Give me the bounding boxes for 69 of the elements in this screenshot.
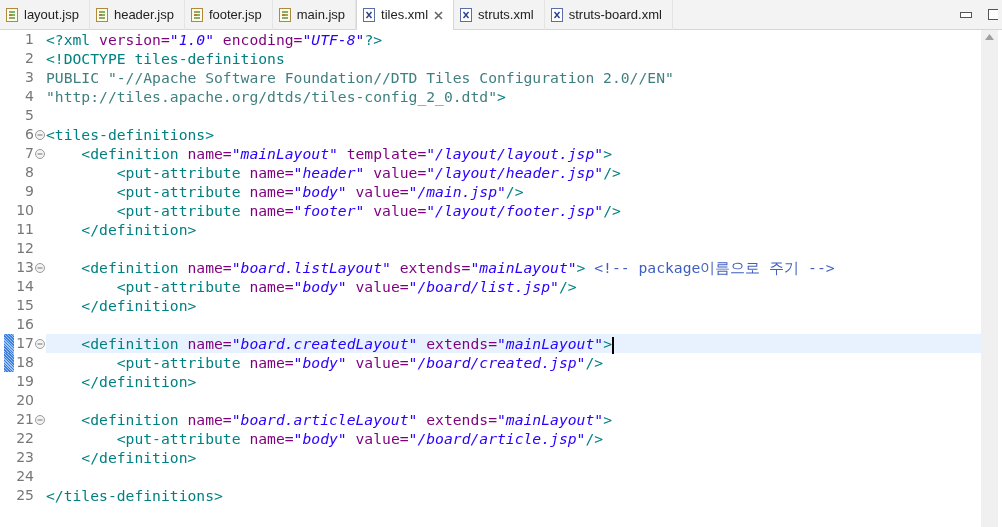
line-number: 3 — [24, 68, 34, 87]
code-line: <definition name="board.createdLayout" extends="mainLayout"> — [80, 335, 612, 352]
line-number: 12 — [15, 239, 34, 258]
code-line: <put-attribute name="body" value="/board/article.jsp"/> — [115, 430, 604, 447]
line-number: 5 — [24, 106, 34, 125]
code-line: <definition name="mainLayout" template="/layout/layout.jsp"> — [80, 145, 612, 162]
maximize-icon[interactable] — [988, 9, 998, 20]
file-icon — [6, 8, 18, 22]
line-number: 20 — [15, 391, 34, 410]
text-cursor — [611, 336, 614, 354]
file-icon — [278, 8, 291, 22]
close-icon[interactable] — [434, 10, 444, 20]
editor-tab[interactable]: footer.jsp — [184, 0, 273, 30]
code-line: "http://tiles.apache.org/dtds/tiles-config_2_0.dtd"> — [46, 88, 506, 105]
minimize-icon[interactable] — [960, 11, 972, 18]
code-line: <put-attribute name="footer" value="/layout/footer.jsp"/> — [115, 202, 621, 219]
collapse-icon[interactable] — [35, 262, 45, 273]
code-line: <put-attribute name="body" value="/board/list.jsp"/> — [115, 278, 577, 295]
editor-tab[interactable]: struts-board.xml — [544, 0, 673, 30]
vertical-scrollbar[interactable] — [981, 30, 998, 527]
line-number: 25 — [15, 486, 34, 505]
code-line: </definition> — [80, 297, 197, 314]
line-number: 2 — [24, 49, 34, 68]
line-number: 11 — [15, 220, 34, 239]
collapse-icon[interactable] — [35, 129, 45, 140]
line-number: 9 — [24, 182, 34, 201]
scroll-up-icon[interactable] — [985, 34, 994, 40]
code-line: <definition name="board.articleLayout" extends="mainLayout"> — [80, 411, 612, 428]
line-number: 8 — [24, 163, 34, 182]
code-line: <?xml version="1.0" encoding="UTF-8"?> — [46, 31, 383, 48]
code-line: </definition> — [80, 449, 197, 466]
line-number: 1 — [24, 30, 34, 49]
collapse-icon[interactable] — [35, 414, 45, 425]
code-line: <tiles-definitions> — [46, 126, 214, 143]
code-line: </tiles-definitions> — [46, 487, 223, 504]
line-number: 18 — [15, 353, 34, 372]
code-line: <put-attribute name="body" value="/board/created.jsp"/> — [115, 354, 604, 371]
line-number: 17 — [15, 334, 34, 353]
line-number: 14 — [15, 277, 34, 296]
xml-file-icon — [363, 8, 376, 22]
line-number: 10 — [15, 201, 34, 220]
editor-tab[interactable]: struts.xml — [454, 0, 545, 30]
line-number: 13 — [15, 258, 34, 277]
xml-file-icon — [550, 8, 563, 22]
line-number: 24 — [15, 467, 34, 486]
line-number: 4 — [24, 87, 34, 106]
code-line: PUBLIC "-//Apache Software Foundation//DTD Tiles Configuration 2.0//EN" — [46, 69, 674, 86]
code-line: <!DOCTYPE tiles-definitions — [46, 50, 285, 67]
line-number: 22 — [15, 429, 34, 448]
file-icon — [95, 8, 108, 22]
line-number: 23 — [15, 448, 34, 467]
editor-tab[interactable]: layout.jsp — [0, 0, 90, 30]
code-line: <definition name="board.listLayout" extends="mainLayout"> <!-- package이름으로 주기 --> — [80, 259, 835, 276]
collapse-icon[interactable] — [35, 148, 45, 159]
line-number: 6 — [24, 125, 34, 144]
editor-tab[interactable]: header.jsp — [89, 0, 185, 30]
code-line: </definition> — [80, 221, 197, 238]
line-number: 15 — [15, 296, 34, 315]
xml-file-icon — [460, 8, 473, 22]
collapse-icon[interactable] — [35, 338, 45, 349]
code-line: </definition> — [80, 373, 197, 390]
file-icon — [190, 8, 203, 22]
line-number: 21 — [15, 410, 34, 429]
line-number: 16 — [15, 315, 34, 334]
line-number: 7 — [24, 144, 34, 163]
code-line: <put-attribute name="body" value="/main.jsp"/> — [115, 183, 524, 200]
code-line: <put-attribute name="header" value="/layout/header.jsp"/> — [115, 164, 621, 181]
editor-tab[interactable]: tiles.xml — [356, 0, 455, 30]
line-number: 19 — [15, 372, 34, 391]
